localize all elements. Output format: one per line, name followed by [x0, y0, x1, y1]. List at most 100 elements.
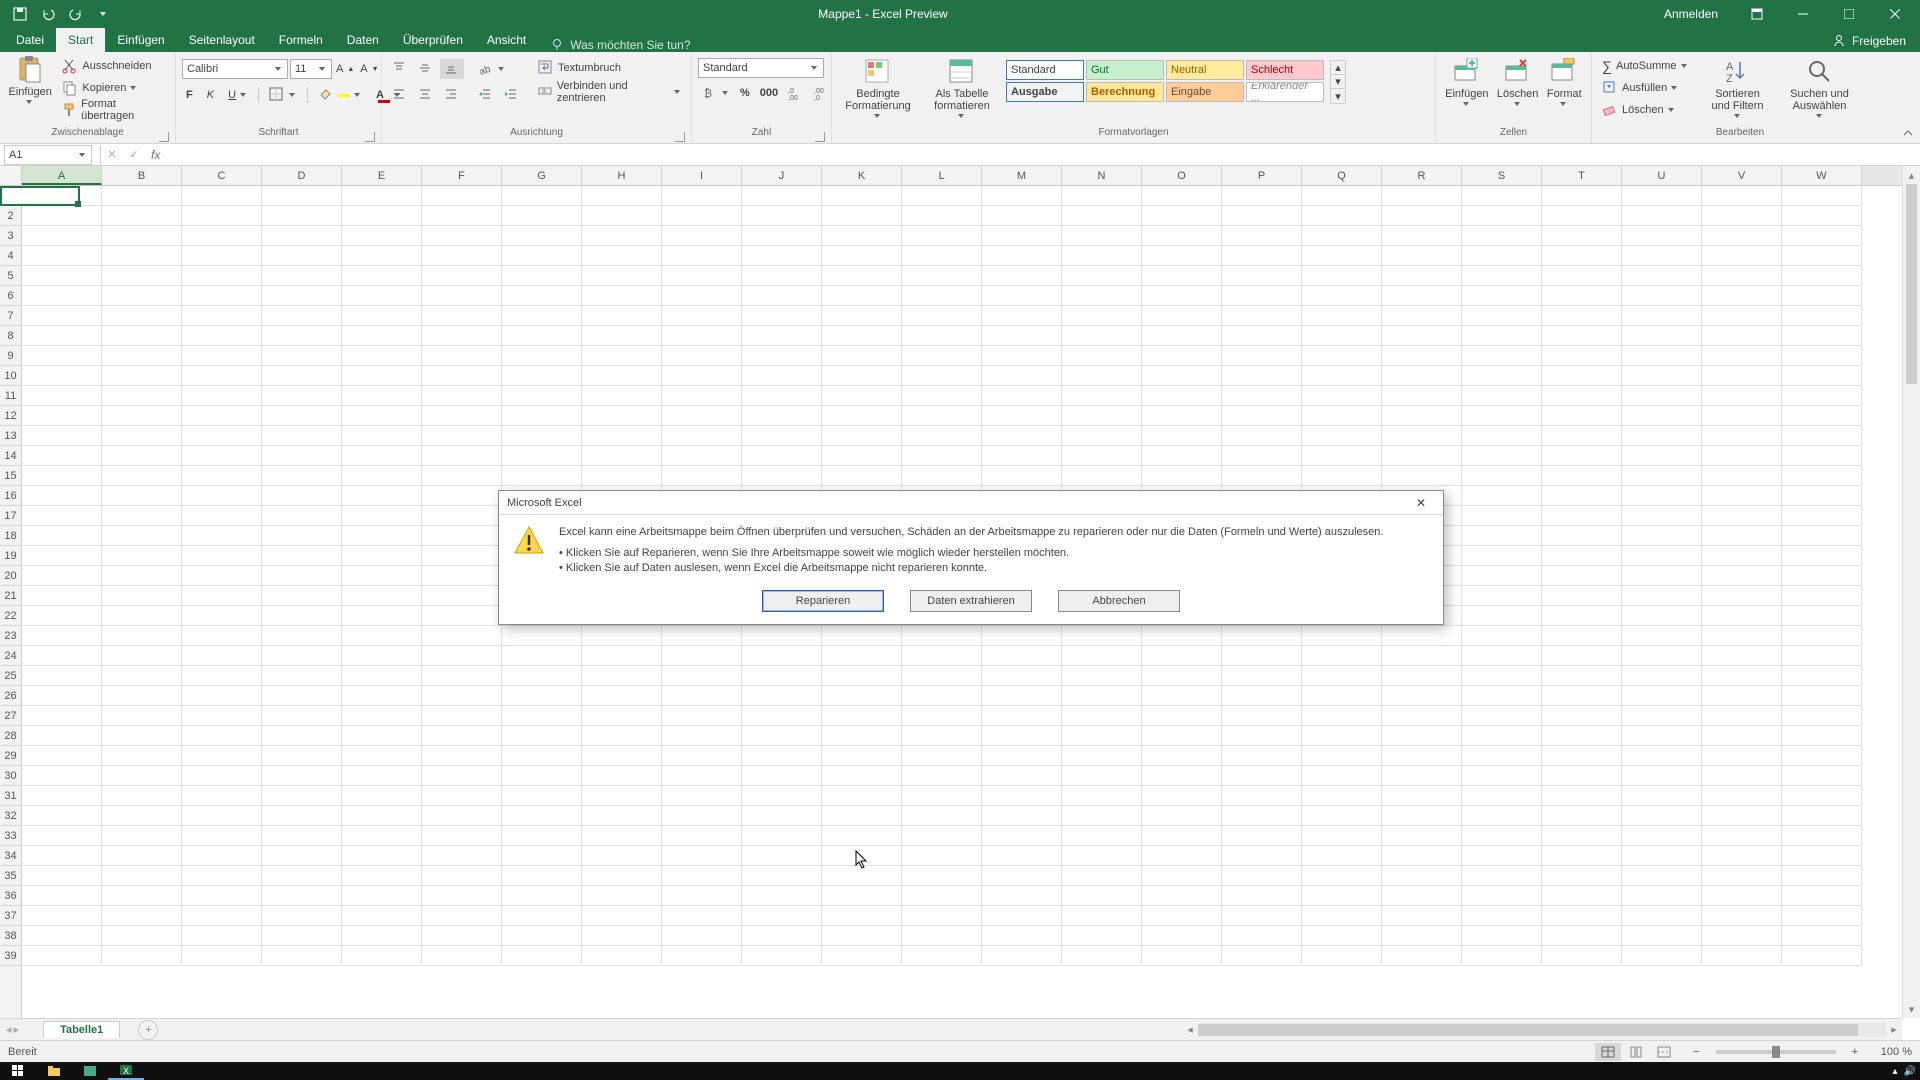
save-icon[interactable] [8, 4, 32, 24]
row-header-29[interactable]: 29 [0, 746, 21, 766]
zoom-out-button[interactable]: − [1687, 1046, 1705, 1058]
start-button[interactable] [0, 1062, 36, 1080]
sheet-nav-next[interactable]: ▸ [14, 1023, 20, 1036]
scroll-up-button[interactable]: ▴ [1903, 166, 1920, 184]
tab-start[interactable]: Start [56, 28, 105, 52]
taskbar-explorer[interactable] [36, 1062, 72, 1080]
clear-button[interactable]: Löschen [1598, 100, 1693, 120]
underline-button[interactable]: U [224, 85, 252, 105]
row-header-30[interactable]: 30 [0, 766, 21, 786]
tray-volume-icon[interactable]: 🔊 [1904, 1066, 1916, 1077]
find-select-button[interactable]: Suchen und Auswählen [1783, 56, 1857, 122]
style-gut[interactable]: Gut [1086, 60, 1164, 80]
clipboard-launcher[interactable] [159, 132, 169, 142]
align-bottom-button[interactable] [440, 59, 464, 79]
col-header-W[interactable]: W [1782, 166, 1862, 185]
cancel-button[interactable]: Abbrechen [1058, 590, 1180, 612]
view-pagebreak-button[interactable] [1651, 1043, 1677, 1061]
row-header-28[interactable]: 28 [0, 726, 21, 746]
style-gallery-up[interactable]: ▴ [1331, 61, 1345, 75]
col-header-O[interactable]: O [1142, 166, 1222, 185]
fill-color-button[interactable] [314, 85, 366, 105]
row-header-35[interactable]: 35 [0, 866, 21, 886]
row-header-18[interactable]: 18 [0, 526, 21, 546]
col-header-G[interactable]: G [502, 166, 582, 185]
style-standard[interactable]: Standard [1006, 60, 1084, 80]
col-header-R[interactable]: R [1382, 166, 1462, 185]
maximize-button[interactable] [1828, 0, 1870, 28]
fill-handle[interactable] [75, 201, 81, 207]
col-header-U[interactable]: U [1622, 166, 1702, 185]
fx-icon[interactable]: fx [145, 148, 166, 162]
sheet-nav-prev[interactable]: ◂ [6, 1023, 12, 1036]
row-header-24[interactable]: 24 [0, 646, 21, 666]
align-right-button[interactable] [440, 85, 464, 105]
col-header-L[interactable]: L [902, 166, 982, 185]
row-header-32[interactable]: 32 [0, 806, 21, 826]
merge-center-button[interactable]: aVerbinden und zentrieren [534, 82, 685, 102]
row-header-9[interactable]: 9 [0, 346, 21, 366]
tab-data[interactable]: Daten [335, 28, 391, 52]
tab-formulas[interactable]: Formeln [267, 28, 335, 52]
zoom-label[interactable]: 100 % [1864, 1046, 1912, 1058]
col-header-V[interactable]: V [1702, 166, 1782, 185]
row-header-25[interactable]: 25 [0, 666, 21, 686]
style-eingabe[interactable]: Eingabe [1166, 82, 1244, 102]
row-header-34[interactable]: 34 [0, 846, 21, 866]
tab-review[interactable]: Überprüfen [391, 28, 475, 52]
copy-button[interactable]: Kopieren [58, 78, 169, 98]
signin-link[interactable]: Anmelden [1650, 7, 1732, 21]
insert-cells-button[interactable]: Einfügen [1442, 56, 1492, 110]
align-left-button[interactable] [388, 85, 412, 105]
formula-input[interactable] [166, 145, 1920, 165]
wrap-text-button[interactable]: Textumbruch [534, 58, 685, 78]
scroll-right-button[interactable]: ▸ [1886, 1022, 1902, 1038]
row-header-20[interactable]: 20 [0, 566, 21, 586]
style-neutral[interactable]: Neutral [1166, 60, 1244, 80]
conditional-formatting-button[interactable]: Bedingte Formatierung [838, 56, 918, 122]
hscroll-thumb[interactable] [1198, 1024, 1858, 1036]
minimize-button[interactable] [1782, 0, 1824, 28]
name-box[interactable]: A1 [4, 145, 92, 165]
taskbar-app[interactable] [72, 1062, 108, 1080]
style-schlecht[interactable]: Schlecht [1246, 60, 1324, 80]
row-header-10[interactable]: 10 [0, 366, 21, 386]
tab-view[interactable]: Ansicht [475, 28, 538, 52]
increase-decimal-button[interactable]: ,0,00 [784, 83, 808, 103]
cancel-formula-button[interactable]: ✕ [101, 145, 123, 165]
col-header-A[interactable]: A [22, 166, 102, 185]
col-header-K[interactable]: K [822, 166, 902, 185]
col-header-H[interactable]: H [582, 166, 662, 185]
row-header-37[interactable]: 37 [0, 906, 21, 926]
row-header-14[interactable]: 14 [0, 446, 21, 466]
style-ausgabe[interactable]: Ausgabe [1006, 82, 1084, 102]
font-launcher[interactable] [365, 132, 375, 142]
sort-filter-button[interactable]: AZSortieren und Filtern [1701, 56, 1775, 122]
paste-button[interactable]: Einfügen [6, 54, 54, 108]
style-gallery-more[interactable]: ▾ [1331, 89, 1345, 103]
close-button[interactable] [1874, 0, 1916, 28]
taskbar-excel[interactable]: X [108, 1062, 144, 1080]
decrease-indent-button[interactable] [474, 85, 498, 105]
col-header-N[interactable]: N [1062, 166, 1142, 185]
accounting-button[interactable]: ₿ [698, 83, 734, 103]
col-header-C[interactable]: C [182, 166, 262, 185]
row-header-5[interactable]: 5 [0, 266, 21, 286]
zoom-in-button[interactable]: + [1846, 1046, 1864, 1058]
alignment-launcher[interactable] [675, 132, 685, 142]
row-header-7[interactable]: 7 [0, 306, 21, 326]
italic-button[interactable]: K [203, 85, 218, 105]
sheet-tab-1[interactable]: Tabelle1 [43, 1021, 120, 1038]
style-gallery-down[interactable]: ▾ [1331, 75, 1345, 89]
share-button[interactable]: Freigeben [1818, 30, 1920, 52]
number-launcher[interactable] [815, 132, 825, 142]
zoom-slider[interactable] [1716, 1050, 1836, 1054]
align-center-button[interactable] [414, 85, 438, 105]
col-header-D[interactable]: D [262, 166, 342, 185]
row-header-17[interactable]: 17 [0, 506, 21, 526]
autosum-button[interactable]: ∑AutoSumme [1598, 56, 1693, 76]
active-cell[interactable] [0, 186, 80, 206]
row-header-31[interactable]: 31 [0, 786, 21, 806]
fill-button[interactable]: Ausfüllen [1598, 78, 1693, 98]
row-header-33[interactable]: 33 [0, 826, 21, 846]
